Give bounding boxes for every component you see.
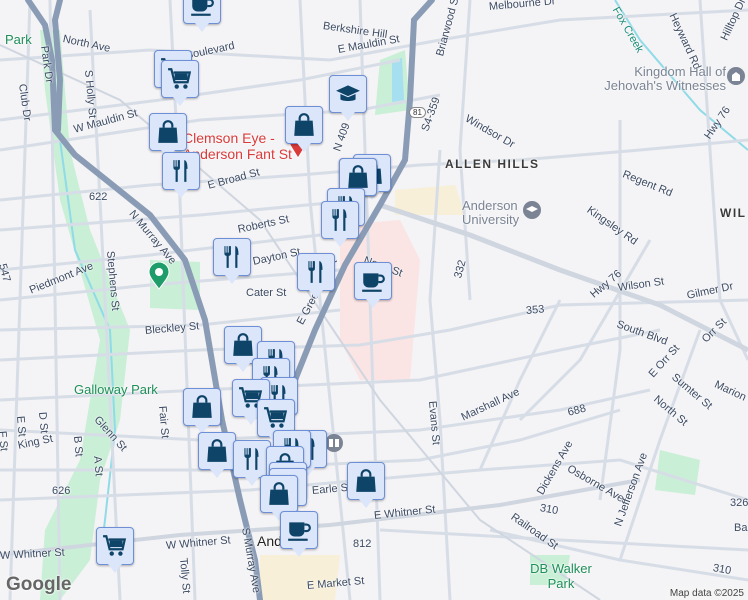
google-logo: Google: [6, 574, 72, 595]
shopping-bag-marker[interactable]: [149, 113, 187, 159]
cafe-marker[interactable]: [280, 511, 318, 557]
cafe-icon: [360, 268, 386, 294]
place-of-worship-icon[interactable]: [726, 66, 746, 86]
shopping-bag-icon: [353, 468, 379, 494]
library-icon[interactable]: [324, 433, 344, 453]
park-pin-icon[interactable]: [148, 262, 170, 290]
road-number: 353: [525, 303, 545, 317]
restaurant-icon: [327, 207, 353, 233]
shopping-bag-marker[interactable]: [285, 106, 323, 152]
shopping-bag-icon: [266, 481, 292, 507]
street-label: Ba: [734, 522, 748, 534]
street-label: E St: [14, 415, 28, 438]
university-icon[interactable]: [522, 200, 542, 220]
shopping-bag-icon: [291, 112, 317, 138]
cafe-icon: [286, 517, 312, 543]
shopping-bag-icon: [189, 394, 215, 420]
shopping-cart-icon: [167, 66, 193, 92]
shopping-bag-icon: [230, 332, 256, 358]
route-shield: 81: [409, 107, 426, 118]
shopping-cart-marker[interactable]: [96, 527, 134, 573]
street-label: F St: [0, 430, 10, 452]
cafe-icon: [189, 0, 215, 18]
shopping-bag-marker[interactable]: [260, 475, 298, 521]
shopping-bag-marker[interactable]: [183, 388, 221, 434]
restaurant-icon: [303, 259, 329, 285]
map-attribution[interactable]: Map data ©2025: [665, 587, 748, 600]
poi-label[interactable]: Anderson University: [462, 199, 527, 227]
cafe-marker[interactable]: [354, 262, 392, 308]
restaurant-marker[interactable]: [162, 152, 200, 198]
road-number: 622: [89, 191, 108, 203]
street-label: Cater St: [246, 287, 287, 299]
poi-label[interactable]: Kingdom Hall of Jehovah's Witnesses: [591, 65, 726, 93]
street-label: D St: [36, 411, 50, 434]
restaurant-marker[interactable]: [321, 201, 359, 247]
restaurant-icon: [219, 244, 245, 270]
shopping-bag-marker[interactable]: [198, 432, 236, 478]
shopping-bag-icon: [345, 164, 371, 190]
school-icon: [335, 81, 361, 107]
road-number: 326: [730, 497, 748, 509]
cafe-marker[interactable]: [183, 0, 221, 32]
shopping-bag-marker[interactable]: [347, 462, 385, 508]
map-canvas[interactable]: Park North Ave Park Dr Club Dr S Holly S…: [0, 0, 748, 600]
shopping-bag-icon: [155, 119, 181, 145]
school-marker[interactable]: [329, 75, 367, 121]
street-label: A St: [91, 455, 105, 477]
neighborhood-label: ALLEN HILLS: [445, 157, 540, 171]
neighborhood-label: WIL: [720, 206, 747, 220]
shopping-cart-icon: [102, 533, 128, 559]
road-number: 812: [353, 538, 372, 550]
restaurant-icon: [239, 446, 265, 472]
park-label: DB Walker Park: [530, 561, 592, 591]
park-label: Galloway Park: [74, 382, 158, 397]
shopping-cart-marker[interactable]: [161, 60, 199, 106]
road-number: 626: [52, 485, 71, 497]
restaurant-marker[interactable]: [297, 253, 335, 299]
restaurant-marker[interactable]: [213, 238, 251, 284]
shopping-cart-icon: [263, 405, 289, 431]
street-label: B St: [71, 435, 85, 458]
park-label: Park: [5, 32, 32, 47]
shopping-bag-icon: [204, 438, 230, 464]
restaurant-icon: [168, 158, 194, 184]
